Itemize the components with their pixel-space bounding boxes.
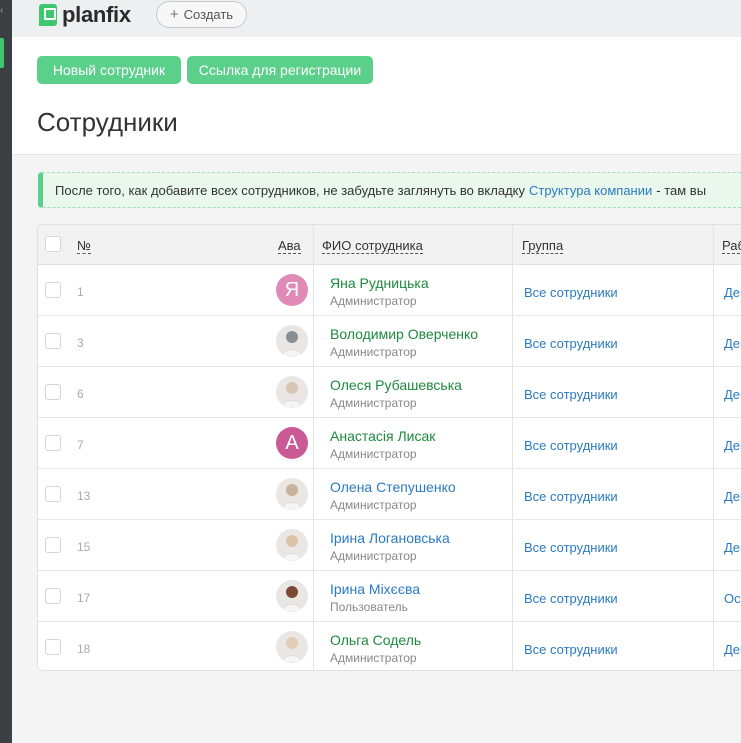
column-work[interactable]: Раб xyxy=(722,238,741,254)
employee-role: Администратор xyxy=(330,294,417,308)
group-link[interactable]: Все сотрудники xyxy=(524,285,618,300)
table-row[interactable]: 17 Ірина Міхєєва Пользователь Все сотрудник… xyxy=(38,571,741,622)
employee-name[interactable]: Яна Рудницька xyxy=(330,275,429,291)
row-number: 18 xyxy=(77,642,91,656)
row-checkbox[interactable] xyxy=(45,588,61,604)
avatar[interactable] xyxy=(276,580,308,612)
group-link[interactable]: Все сотрудники xyxy=(524,438,618,453)
employee-name[interactable]: Анастасія Лисак xyxy=(330,428,435,444)
collapse-icon[interactable]: ‹ xyxy=(0,6,3,16)
group-link[interactable]: Все сотрудники xyxy=(524,591,618,606)
row-number: 1 xyxy=(77,285,84,299)
table-row[interactable]: 18 Ольга Содель Администратор Все сотрудник… xyxy=(38,622,741,670)
employee-name[interactable]: Ольга Содель xyxy=(330,632,421,648)
work-link[interactable]: Ден xyxy=(724,438,741,453)
notice-text: После того, как добавите всех сотруднико… xyxy=(55,182,525,198)
table-row[interactable]: 7 А Анастасія Лисак Администратор Все сотруд… xyxy=(38,418,741,469)
company-structure-link[interactable]: Структура компании xyxy=(529,183,652,198)
create-button[interactable]: + Создать xyxy=(156,1,247,28)
group-link[interactable]: Все сотрудники xyxy=(524,540,618,555)
row-checkbox[interactable] xyxy=(45,435,61,451)
employee-role: Администратор xyxy=(330,651,417,665)
planfix-logo[interactable]: planfix xyxy=(39,2,131,27)
row-number: 3 xyxy=(77,336,84,350)
top-bar: planfix + Создать xyxy=(12,0,741,37)
avatar[interactable] xyxy=(276,631,308,663)
column-avatar[interactable]: Ава xyxy=(278,238,301,254)
table-header: № Ава ФИО сотрудника Группа Раб xyxy=(38,225,741,265)
employee-name[interactable]: Ірина Логановська xyxy=(330,530,450,546)
row-number: 15 xyxy=(77,540,91,554)
group-link[interactable]: Все сотрудники xyxy=(524,642,618,657)
employee-role: Администратор xyxy=(330,498,417,512)
avatar[interactable] xyxy=(276,478,308,510)
notice-banner: После того, как добавите всех сотруднико… xyxy=(38,172,741,208)
work-link[interactable]: Осо xyxy=(724,591,741,606)
notice-text-after: - там вы xyxy=(656,182,707,198)
registration-link-button[interactable]: Ссылка для регистрации xyxy=(187,56,373,84)
employees-table: № Ава ФИО сотрудника Группа Раб 1 Я Яна Ру… xyxy=(37,224,741,671)
avatar[interactable]: Я xyxy=(276,274,308,306)
table-row[interactable]: 13 Олена Степушенко Администратор Все сотру… xyxy=(38,469,741,520)
page-header: Новый сотрудник Ссылка для регистрации С… xyxy=(12,37,741,155)
group-link[interactable]: Все сотрудники xyxy=(524,387,618,402)
avatar[interactable] xyxy=(276,325,308,357)
table-row[interactable]: 1 Я Яна Рудницька Администратор Все сотрудни… xyxy=(38,265,741,316)
work-link[interactable]: Ден xyxy=(724,642,741,657)
row-checkbox[interactable] xyxy=(45,537,61,553)
employee-name[interactable]: Ірина Міхєєва xyxy=(330,581,420,597)
employee-role: Администратор xyxy=(330,396,417,410)
avatar[interactable] xyxy=(276,529,308,561)
sidebar-active-indicator[interactable] xyxy=(0,38,4,68)
group-link[interactable]: Все сотрудники xyxy=(524,489,618,504)
work-link[interactable]: Ден xyxy=(724,336,741,351)
row-checkbox[interactable] xyxy=(45,384,61,400)
table-row[interactable]: 15 Ірина Логановська Администратор Все сотр… xyxy=(38,520,741,571)
logo-text: planfix xyxy=(62,2,131,27)
row-checkbox[interactable] xyxy=(45,282,61,298)
work-link[interactable]: Ден xyxy=(724,387,741,402)
group-link[interactable]: Все сотрудники xyxy=(524,336,618,351)
work-link[interactable]: Ден xyxy=(724,489,741,504)
employee-role: Администратор xyxy=(330,549,417,563)
avatar[interactable]: А xyxy=(276,427,308,459)
row-checkbox[interactable] xyxy=(45,486,61,502)
employee-role: Администратор xyxy=(330,447,417,461)
avatar[interactable] xyxy=(276,376,308,408)
create-label: Создать xyxy=(183,7,234,22)
work-link[interactable]: Ден xyxy=(724,285,741,300)
main-content: Новый сотрудник Ссылка для регистрации С… xyxy=(12,37,741,743)
employee-name[interactable]: Володимир Оверченко xyxy=(330,326,478,342)
row-number: 7 xyxy=(77,438,84,452)
row-checkbox[interactable] xyxy=(45,333,61,349)
column-group[interactable]: Группа xyxy=(522,238,564,254)
page-title: Сотрудники xyxy=(37,107,178,137)
plus-icon: + xyxy=(169,6,179,23)
column-num[interactable]: № xyxy=(77,238,91,254)
row-checkbox[interactable] xyxy=(45,639,61,655)
select-all-checkbox[interactable] xyxy=(45,236,61,252)
planfix-logo-icon xyxy=(39,4,57,26)
new-employee-button[interactable]: Новый сотрудник xyxy=(37,56,181,84)
row-number: 13 xyxy=(77,489,91,503)
table-row[interactable]: 3 Володимир Оверченко Администратор Все сот… xyxy=(38,316,741,367)
table-row[interactable]: 6 Олеся Рубашевська Администратор Все сотру… xyxy=(38,367,741,418)
row-number: 17 xyxy=(77,591,91,605)
employee-role: Администратор xyxy=(330,345,417,359)
employee-name[interactable]: Олеся Рубашевська xyxy=(330,377,462,393)
left-sidebar: ‹ xyxy=(0,0,12,743)
row-number: 6 xyxy=(77,387,84,401)
column-fio[interactable]: ФИО сотрудника xyxy=(322,238,423,254)
employee-name[interactable]: Олена Степушенко xyxy=(330,479,456,495)
employee-role: Пользователь xyxy=(330,600,408,614)
work-link[interactable]: Ден xyxy=(724,540,741,555)
